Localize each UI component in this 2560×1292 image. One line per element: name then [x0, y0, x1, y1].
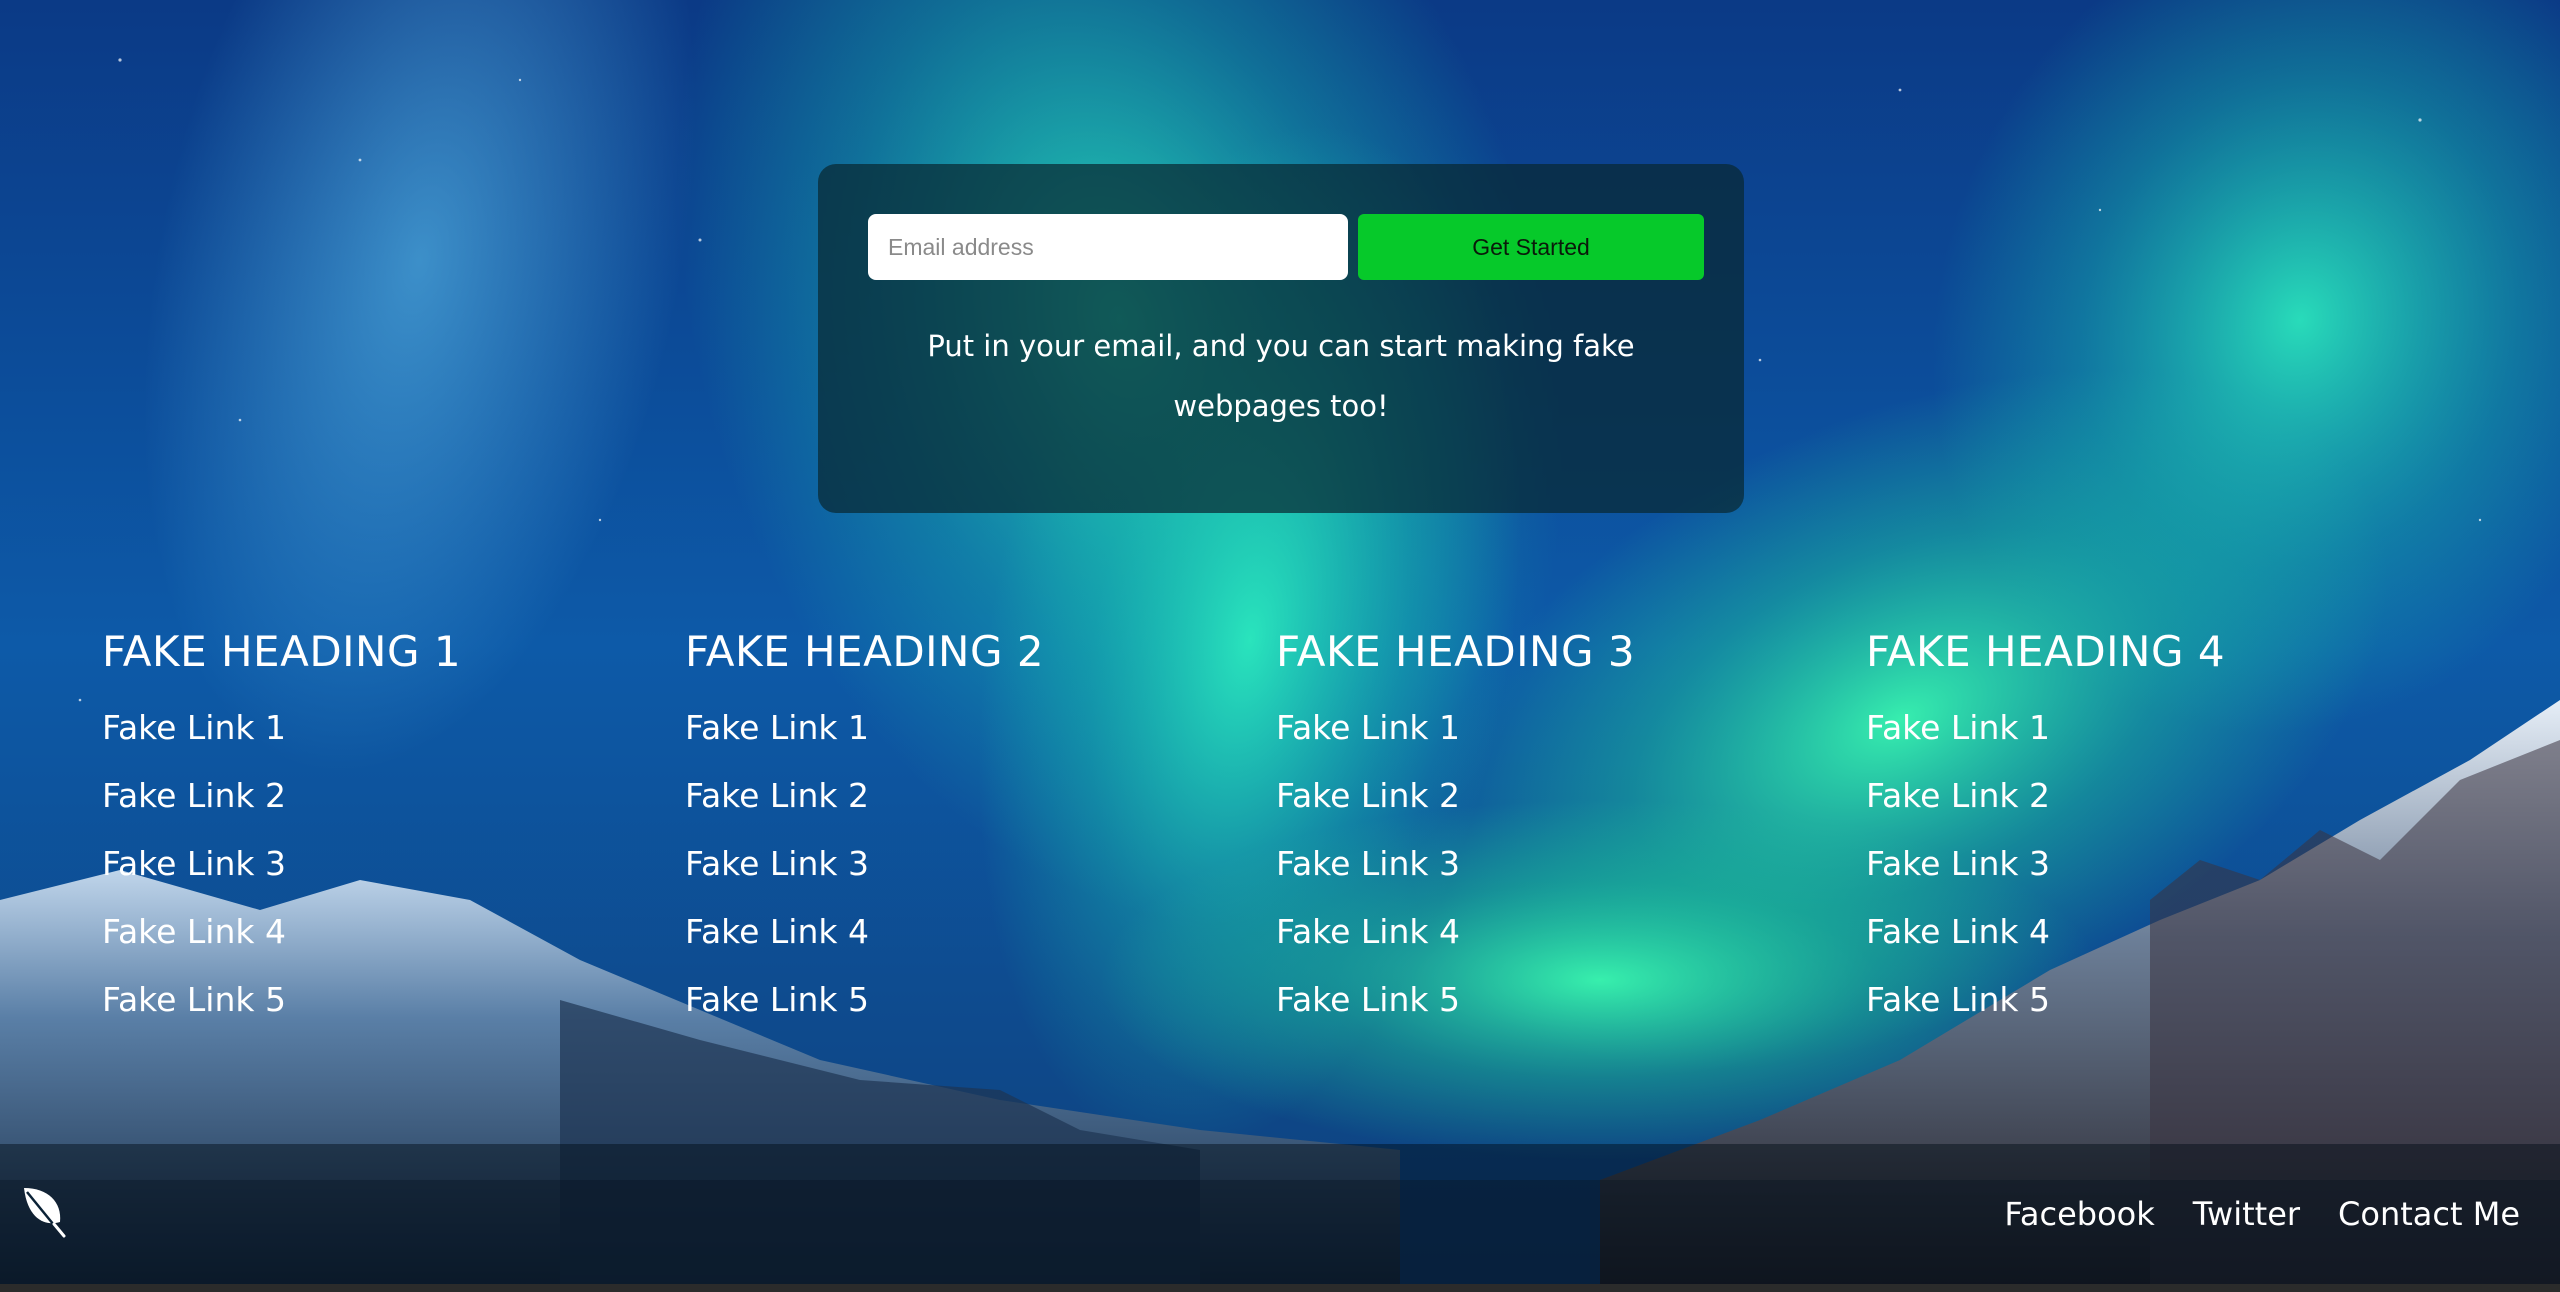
get-started-button[interactable]: Get Started	[1358, 214, 1704, 280]
list-item: Fake Link 5	[102, 966, 622, 1034]
fake-link[interactable]: Fake Link 3	[1866, 844, 2050, 883]
list-item: Fake Link 5	[685, 966, 1205, 1034]
link-column-3: FAKE HEADING 3 Fake Link 1 Fake Link 2 F…	[1276, 618, 1796, 1034]
list-item: Fake Link 3	[102, 830, 622, 898]
link-list: Fake Link 1 Fake Link 2 Fake Link 3 Fake…	[685, 694, 1205, 1034]
list-item: Fake Link 5	[1276, 966, 1796, 1034]
footer-link-facebook[interactable]: Facebook	[2004, 1195, 2154, 1233]
fake-link[interactable]: Fake Link 1	[1276, 708, 1460, 747]
fake-link[interactable]: Fake Link 1	[685, 708, 869, 747]
fake-link[interactable]: Fake Link 3	[1276, 844, 1460, 883]
fake-link[interactable]: Fake Link 5	[1276, 980, 1460, 1019]
fake-link[interactable]: Fake Link 3	[102, 844, 286, 883]
footer-link-twitter[interactable]: Twitter	[2193, 1195, 2300, 1233]
leaf-icon[interactable]	[18, 1184, 68, 1238]
list-item: Fake Link 2	[102, 762, 622, 830]
list-item: Fake Link 3	[1276, 830, 1796, 898]
fake-link[interactable]: Fake Link 1	[1866, 708, 2050, 747]
column-heading: FAKE HEADING 4	[1866, 627, 2226, 676]
fake-link[interactable]: Fake Link 5	[1866, 980, 2050, 1019]
list-item: Fake Link 1	[1276, 694, 1796, 762]
link-list: Fake Link 1 Fake Link 2 Fake Link 3 Fake…	[1276, 694, 1796, 1034]
list-item: Fake Link 1	[685, 694, 1205, 762]
fake-link[interactable]: Fake Link 2	[102, 776, 286, 815]
list-item: Fake Link 3	[685, 830, 1205, 898]
list-item: Fake Link 4	[102, 898, 622, 966]
link-column-4: FAKE HEADING 4 Fake Link 1 Fake Link 2 F…	[1866, 618, 2386, 1034]
signup-card: Get Started Put in your email, and you c…	[818, 164, 1744, 513]
bottom-edge-divider	[0, 1284, 2560, 1292]
fake-link[interactable]: Fake Link 4	[1276, 912, 1460, 951]
footer: Facebook Twitter Contact Me	[0, 1144, 2560, 1284]
fake-link[interactable]: Fake Link 1	[102, 708, 286, 747]
list-item: Fake Link 3	[1866, 830, 2386, 898]
column-heading: FAKE HEADING 2	[685, 627, 1045, 676]
footer-nav: Facebook Twitter Contact Me	[2004, 1144, 2520, 1284]
list-item: Fake Link 2	[685, 762, 1205, 830]
fake-link[interactable]: Fake Link 4	[1866, 912, 2050, 951]
fake-link[interactable]: Fake Link 3	[685, 844, 869, 883]
page: Get Started Put in your email, and you c…	[0, 0, 2560, 1292]
link-column-1: FAKE HEADING 1 Fake Link 1 Fake Link 2 F…	[102, 618, 622, 1034]
list-item: Fake Link 5	[1866, 966, 2386, 1034]
list-item: Fake Link 2	[1866, 762, 2386, 830]
link-list: Fake Link 1 Fake Link 2 Fake Link 3 Fake…	[1866, 694, 2386, 1034]
fake-link[interactable]: Fake Link 5	[102, 980, 286, 1019]
fake-link[interactable]: Fake Link 4	[102, 912, 286, 951]
email-input[interactable]	[868, 214, 1348, 280]
list-item: Fake Link 2	[1276, 762, 1796, 830]
fake-link[interactable]: Fake Link 2	[1276, 776, 1460, 815]
list-item: Fake Link 4	[685, 898, 1205, 966]
column-heading: FAKE HEADING 1	[102, 627, 462, 676]
list-item: Fake Link 4	[1866, 898, 2386, 966]
list-item: Fake Link 1	[1866, 694, 2386, 762]
column-heading: FAKE HEADING 3	[1276, 627, 1636, 676]
fake-link[interactable]: Fake Link 2	[1866, 776, 2050, 815]
fake-link[interactable]: Fake Link 4	[685, 912, 869, 951]
fake-link[interactable]: Fake Link 5	[685, 980, 869, 1019]
list-item: Fake Link 1	[102, 694, 622, 762]
footer-link-contact[interactable]: Contact Me	[2338, 1195, 2520, 1233]
list-item: Fake Link 4	[1276, 898, 1796, 966]
link-list: Fake Link 1 Fake Link 2 Fake Link 3 Fake…	[102, 694, 622, 1034]
fake-link[interactable]: Fake Link 2	[685, 776, 869, 815]
signup-description: Put in your email, and you can start mak…	[927, 329, 1635, 423]
link-column-2: FAKE HEADING 2 Fake Link 1 Fake Link 2 F…	[685, 618, 1205, 1034]
